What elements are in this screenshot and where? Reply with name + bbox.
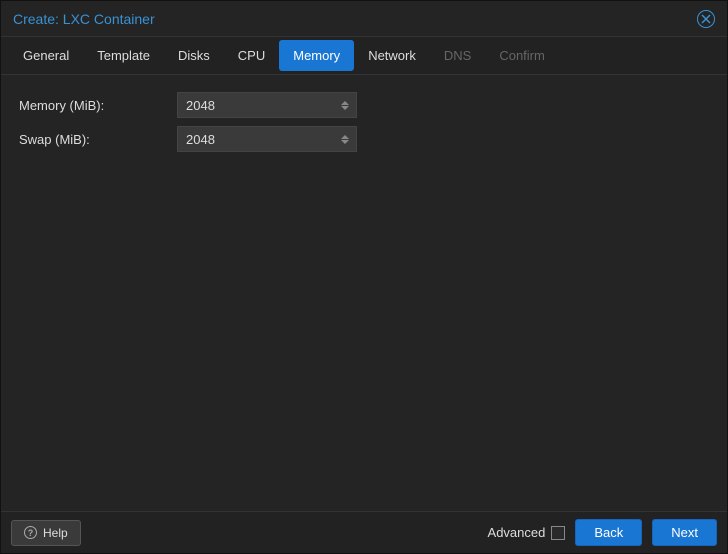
memory-input[interactable] [177,92,357,118]
tab-disks[interactable]: Disks [164,40,224,71]
close-button[interactable] [697,10,715,28]
footer-right: Advanced Back Next [488,519,717,546]
swap-step-down-icon[interactable] [341,140,349,144]
create-lxc-dialog: Create: LXC Container General Template D… [0,0,728,554]
swap-input[interactable] [177,126,357,152]
swap-row: Swap (MiB): [19,123,709,155]
tab-dns: DNS [430,40,485,71]
dialog-header: Create: LXC Container [1,1,727,37]
next-button[interactable]: Next [652,519,717,546]
advanced-toggle: Advanced [488,525,566,540]
memory-spinner-controls [334,93,356,117]
close-icon [701,14,711,24]
help-label: Help [43,526,68,540]
content-area: Memory (MiB): Swap (MiB): [1,75,727,511]
tab-cpu[interactable]: CPU [224,40,279,71]
tab-memory[interactable]: Memory [279,40,354,71]
tab-bar: General Template Disks CPU Memory Networ… [1,37,727,75]
memory-step-down-icon[interactable] [341,106,349,110]
swap-spinner [177,126,357,152]
help-button[interactable]: ? Help [11,520,81,546]
tab-network[interactable]: Network [354,40,430,71]
dialog-title: Create: LXC Container [13,11,155,27]
memory-step-up-icon[interactable] [341,101,349,105]
tab-template[interactable]: Template [83,40,164,71]
back-button[interactable]: Back [575,519,642,546]
memory-row: Memory (MiB): [19,89,709,121]
swap-step-up-icon[interactable] [341,135,349,139]
advanced-checkbox[interactable] [551,526,565,540]
swap-spinner-controls [334,127,356,151]
help-icon: ? [24,526,37,539]
swap-label: Swap (MiB): [19,132,177,147]
tab-confirm: Confirm [485,40,559,71]
memory-spinner [177,92,357,118]
memory-label: Memory (MiB): [19,98,177,113]
tab-general[interactable]: General [9,40,83,71]
dialog-footer: ? Help Advanced Back Next [1,511,727,553]
advanced-label: Advanced [488,525,546,540]
